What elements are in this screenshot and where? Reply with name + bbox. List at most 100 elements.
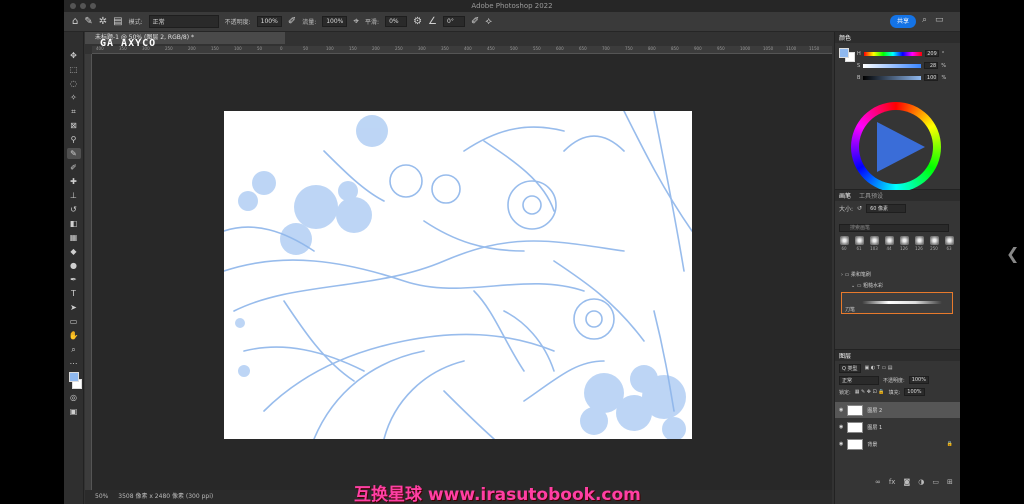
dodge-tool-icon[interactable]: ●	[67, 260, 81, 271]
adjustment-icon[interactable]: ◑	[918, 478, 924, 486]
layer-opacity-input[interactable]: 100%	[908, 376, 929, 384]
crop-tool-icon[interactable]: ⌗	[67, 106, 81, 117]
brush-size-row: 大小: ↺ 60 像素	[839, 204, 907, 213]
eyedropper-tool-icon[interactable]: ⚲	[67, 134, 81, 145]
magic-wand-tool-icon[interactable]: ✧	[67, 92, 81, 103]
visibility-eye-icon[interactable]: ◉	[839, 407, 843, 413]
layer-row[interactable]: ◉ 图层 1	[835, 419, 960, 435]
type-tool-icon[interactable]: T	[67, 288, 81, 299]
brush-size-input[interactable]: 60 像素	[866, 204, 907, 213]
more-tools-icon[interactable]: ⋯	[67, 358, 81, 369]
brush-stroke-selected[interactable]: 刀笔	[841, 292, 953, 314]
smoothing-input[interactable]: 0%	[385, 16, 408, 27]
color-triangle[interactable]	[877, 122, 925, 172]
brush-group-2[interactable]: ⌄ ▭ 粗糙水彩	[841, 281, 953, 292]
zoom-tool-icon[interactable]: ⌕	[67, 344, 81, 355]
saturation-input[interactable]: 28	[924, 62, 939, 69]
hand-tool-icon[interactable]: ✋	[67, 330, 81, 341]
share-button[interactable]: 共享	[890, 15, 916, 28]
flow-input[interactable]: 100%	[322, 16, 348, 27]
blur-tool-icon[interactable]: ◆	[67, 246, 81, 257]
brush-preset[interactable]: 44	[883, 236, 895, 251]
filter-icons[interactable]: ▣ ◐ T ▭ ▤	[865, 365, 893, 371]
lasso-tool-icon[interactable]: ◌	[67, 78, 81, 89]
hue-input[interactable]: 209	[924, 50, 939, 57]
brush-preset[interactable]: 60	[838, 236, 850, 251]
layer-row[interactable]: ◉ 背景 🔒	[835, 436, 960, 452]
new-layer-icon[interactable]: ⊞	[947, 478, 953, 486]
quick-mask-icon[interactable]: ◎	[67, 392, 81, 403]
document-size[interactable]: 3508 像素 x 2480 像素 (300 ppi)	[118, 493, 213, 500]
opacity-input[interactable]: 100%	[256, 16, 282, 27]
brush-search-input[interactable]: 搜索画笔	[839, 224, 949, 232]
reset-icon[interactable]: ↺	[857, 205, 862, 212]
symmetry-icon[interactable]: ⟡	[485, 16, 492, 27]
brush-tool-icon[interactable]: ✎	[66, 148, 81, 159]
gradient-tool-icon[interactable]: ▦	[67, 232, 81, 243]
brush-preset[interactable]: 61	[853, 236, 865, 251]
frame-tool-icon[interactable]: ⊠	[67, 120, 81, 131]
document-canvas[interactable]	[224, 111, 692, 439]
airbrush-icon[interactable]: ⌖	[353, 16, 359, 27]
brush-preset[interactable]: 126	[898, 236, 910, 251]
brush-tip-icon	[854, 236, 864, 245]
visibility-eye-icon[interactable]: ◉	[839, 441, 843, 447]
brightness-input[interactable]: 100	[924, 74, 939, 81]
brush-group-1[interactable]: › ▭ 柔和笔刷	[841, 270, 953, 281]
gear-icon[interactable]: ⚙	[413, 16, 422, 27]
tab-layers[interactable]: 图层	[839, 351, 851, 360]
eraser-tool-icon[interactable]: ◧	[67, 218, 81, 229]
visibility-eye-icon[interactable]: ◉	[839, 424, 843, 430]
tab-tool-presets[interactable]: 工具预设	[859, 191, 883, 200]
screen-mode-icon[interactable]: ▣	[67, 406, 81, 417]
right-panels: 颜色 H 209 ° S 28 % B 100 % 画笔 工具预设 大小: ↺ …	[834, 32, 960, 504]
tab-color[interactable]: 颜色	[839, 33, 851, 42]
healing-tool-icon[interactable]: ✚	[67, 176, 81, 187]
foreground-color-swatch[interactable]	[68, 372, 79, 382]
saturation-slider[interactable]	[863, 63, 922, 68]
tab-brushes[interactable]: 画笔	[839, 191, 851, 200]
brightness-slider[interactable]	[863, 75, 922, 80]
brush-settings-icon[interactable]: ▤	[113, 16, 122, 27]
canvas-workspace[interactable]	[92, 54, 832, 490]
stamp-tool-icon[interactable]: ⊥	[67, 190, 81, 201]
layer-name: 图层 1	[867, 424, 883, 431]
brush-preset-icon[interactable]: ✲	[99, 16, 107, 27]
marquee-tool-icon[interactable]: ⬚	[67, 64, 81, 75]
brush-preset[interactable]: 103	[868, 236, 880, 251]
home-icon[interactable]: ⌂	[72, 16, 78, 27]
brush-preset[interactable]: 126	[913, 236, 925, 251]
link-icon[interactable]: ∞	[875, 478, 881, 486]
zoom-level[interactable]: 50%	[95, 493, 108, 500]
fill-input[interactable]: 100%	[904, 388, 925, 396]
brush-preset[interactable]: 250	[928, 236, 940, 251]
layer-filter-select[interactable]: Q 类型	[839, 363, 861, 373]
mask-icon[interactable]: ◙	[903, 478, 910, 486]
lock-icons[interactable]: ▦ ✎ ✥ ⊡ 🔒	[855, 389, 885, 395]
color-wheel[interactable]	[851, 102, 941, 192]
window-controls[interactable]	[70, 3, 96, 9]
search-icon[interactable]: ⌕	[922, 15, 927, 25]
pencil-tool-icon[interactable]: ✐	[67, 162, 81, 173]
workspace-icon[interactable]: ▭	[935, 15, 944, 25]
folder-icon[interactable]: ▭	[932, 478, 939, 486]
chevron-left-icon[interactable]: ❮	[1006, 244, 1019, 263]
color-wheel-inner	[859, 110, 933, 184]
color-panel-foreground[interactable]	[839, 48, 849, 58]
move-tool-icon[interactable]: ✥	[67, 50, 81, 61]
fx-icon[interactable]: fx	[889, 478, 896, 486]
path-select-tool-icon[interactable]: ➤	[67, 302, 81, 313]
mode-select[interactable]: 正常	[148, 15, 219, 28]
pressure-opacity-icon[interactable]: ✐	[288, 16, 296, 27]
shape-tool-icon[interactable]: ▭	[67, 316, 81, 327]
pressure-size-icon[interactable]: ✐	[471, 16, 479, 27]
blend-mode-select[interactable]: 正常	[839, 375, 879, 385]
hue-label: H	[857, 50, 861, 57]
angle-input[interactable]: 0°	[443, 16, 465, 27]
brush-tool-icon[interactable]: ✎	[84, 16, 92, 27]
brush-preset[interactable]: 63	[943, 236, 955, 251]
pen-tool-icon[interactable]: ✒	[67, 274, 81, 285]
history-brush-icon[interactable]: ↺	[67, 204, 81, 215]
layer-row[interactable]: ◉ 图层 2	[835, 402, 960, 418]
hue-slider[interactable]	[863, 51, 922, 56]
